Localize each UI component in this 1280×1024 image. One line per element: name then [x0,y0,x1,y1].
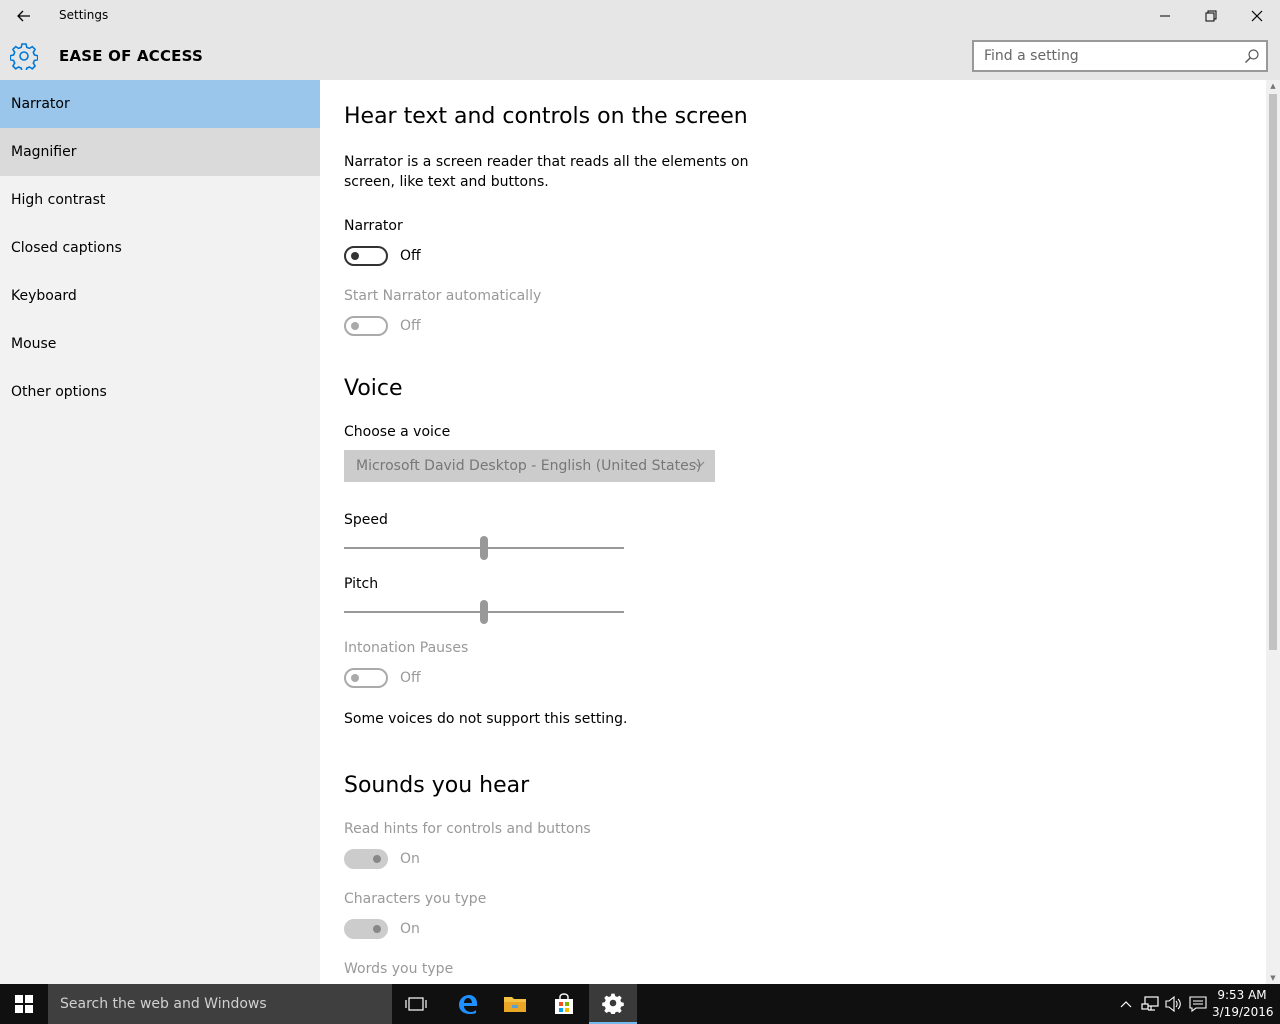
sidebar-item-magnifier[interactable]: Magnifier [0,128,320,176]
notification-icon [1189,996,1207,1012]
pitch-label: Pitch [344,576,379,592]
action-center-button[interactable] [1188,994,1208,1014]
scroll-up-icon[interactable]: ▲ [1266,80,1280,92]
restore-icon [1205,10,1217,22]
minimize-button[interactable] [1142,0,1188,32]
sidebar-item-other-options[interactable]: Other options [0,368,320,416]
clock-time: 9:53 AM [1217,988,1267,1002]
sidebar-item-mouse[interactable]: Mouse [0,320,320,368]
clock-date: 3/19/2016 [1212,1005,1274,1019]
read-hints-state: On [400,851,420,867]
title-bar: Settings [0,0,1280,32]
narrator-state: Off [400,248,421,264]
read-hints-toggle[interactable] [344,849,388,869]
intonation-label: Intonation Pauses [344,640,469,656]
read-hints-label: Read hints for controls and buttons [344,821,591,837]
chevron-up-icon [1120,1001,1132,1008]
narrator-description: Narrator is a screen reader that reads a… [344,154,749,190]
edge-icon [459,995,477,1014]
toggle-knob [351,674,359,682]
task-view-icon [405,997,427,1011]
speed-slider-thumb[interactable] [480,536,488,560]
search-box[interactable] [972,40,1268,72]
restore-button[interactable] [1188,0,1234,32]
choose-voice-label: Choose a voice [344,424,451,440]
intonation-toggle[interactable] [344,668,388,688]
gear-icon [602,993,624,1014]
back-button[interactable] [0,0,48,32]
toggle-knob [351,252,359,260]
start-auto-toggle[interactable] [344,316,388,336]
section-title: EASE OF ACCESS [59,47,203,65]
vertical-scrollbar[interactable]: ▲ ▼ [1266,80,1280,984]
taskbar-clock[interactable]: 9:53 AM 3/19/2016 [1212,987,1274,1021]
edge-button[interactable] [443,984,491,1024]
words-typed-label: Words you type [344,961,454,977]
back-arrow-icon [17,10,30,22]
network-button[interactable] [1140,994,1160,1014]
narrator-toggle[interactable] [344,246,388,266]
start-auto-label: Start Narrator automatically [344,288,542,304]
gear-icon [10,43,38,70]
sidebar-item-closed-captions[interactable]: Closed captions [0,224,320,272]
chars-typed-toggle[interactable] [344,919,388,939]
scroll-down-icon[interactable]: ▼ [1266,972,1280,984]
pitch-slider-thumb[interactable] [480,600,488,624]
window-title: Settings [59,8,109,22]
start-button[interactable] [0,984,48,1024]
windows-logo-icon [15,995,33,1013]
speed-label: Speed [344,512,388,528]
close-button[interactable] [1234,0,1280,32]
search-input[interactable] [974,42,1234,70]
network-icon [1141,996,1159,1011]
toggle-knob [351,322,359,330]
sidebar-nav: Narrator Magnifier High contrast Closed … [0,80,320,984]
voice-dropdown[interactable]: Microsoft David Desktop - English (Unite… [344,450,715,482]
voices-note: Some voices do not support this setting. [344,711,628,727]
voice-heading: Voice [344,376,403,401]
sidebar-item-narrator[interactable]: Narrator [0,80,320,128]
sidebar-item-high-contrast[interactable]: High contrast [0,176,320,224]
file-explorer-button[interactable] [491,984,539,1024]
store-button[interactable] [540,984,588,1024]
sounds-heading: Sounds you hear [344,773,530,798]
speaker-icon [1165,996,1181,1012]
minimize-icon [1160,15,1170,17]
toggle-knob [373,925,381,933]
page-heading: Hear text and controls on the screen [344,104,748,129]
show-hidden-icons-button[interactable] [1116,994,1136,1014]
taskbar: Search the web and Windows 9:53 AM 3/19/… [0,984,1280,1024]
scrollbar-thumb[interactable] [1269,94,1277,650]
settings-content: Hear text and controls on the screen Nar… [320,80,1266,984]
search-icon[interactable] [1244,48,1260,64]
store-icon [555,993,573,1014]
chars-typed-state: On [400,921,420,937]
close-icon [1251,10,1263,22]
voice-dropdown-value: Microsoft David Desktop - English (Unite… [356,458,702,474]
page-header: EASE OF ACCESS [0,32,1280,80]
taskbar-search[interactable]: Search the web and Windows [48,984,392,1024]
narrator-label: Narrator [344,218,403,234]
intonation-state: Off [400,670,421,686]
chars-typed-label: Characters you type [344,891,487,907]
toggle-knob [373,855,381,863]
sidebar-item-keyboard[interactable]: Keyboard [0,272,320,320]
chevron-down-icon [693,461,705,468]
task-view-button[interactable] [392,984,440,1024]
folder-icon [504,997,526,1012]
settings-taskbar-button[interactable] [589,984,637,1024]
start-auto-state: Off [400,318,421,334]
volume-button[interactable] [1164,994,1184,1014]
